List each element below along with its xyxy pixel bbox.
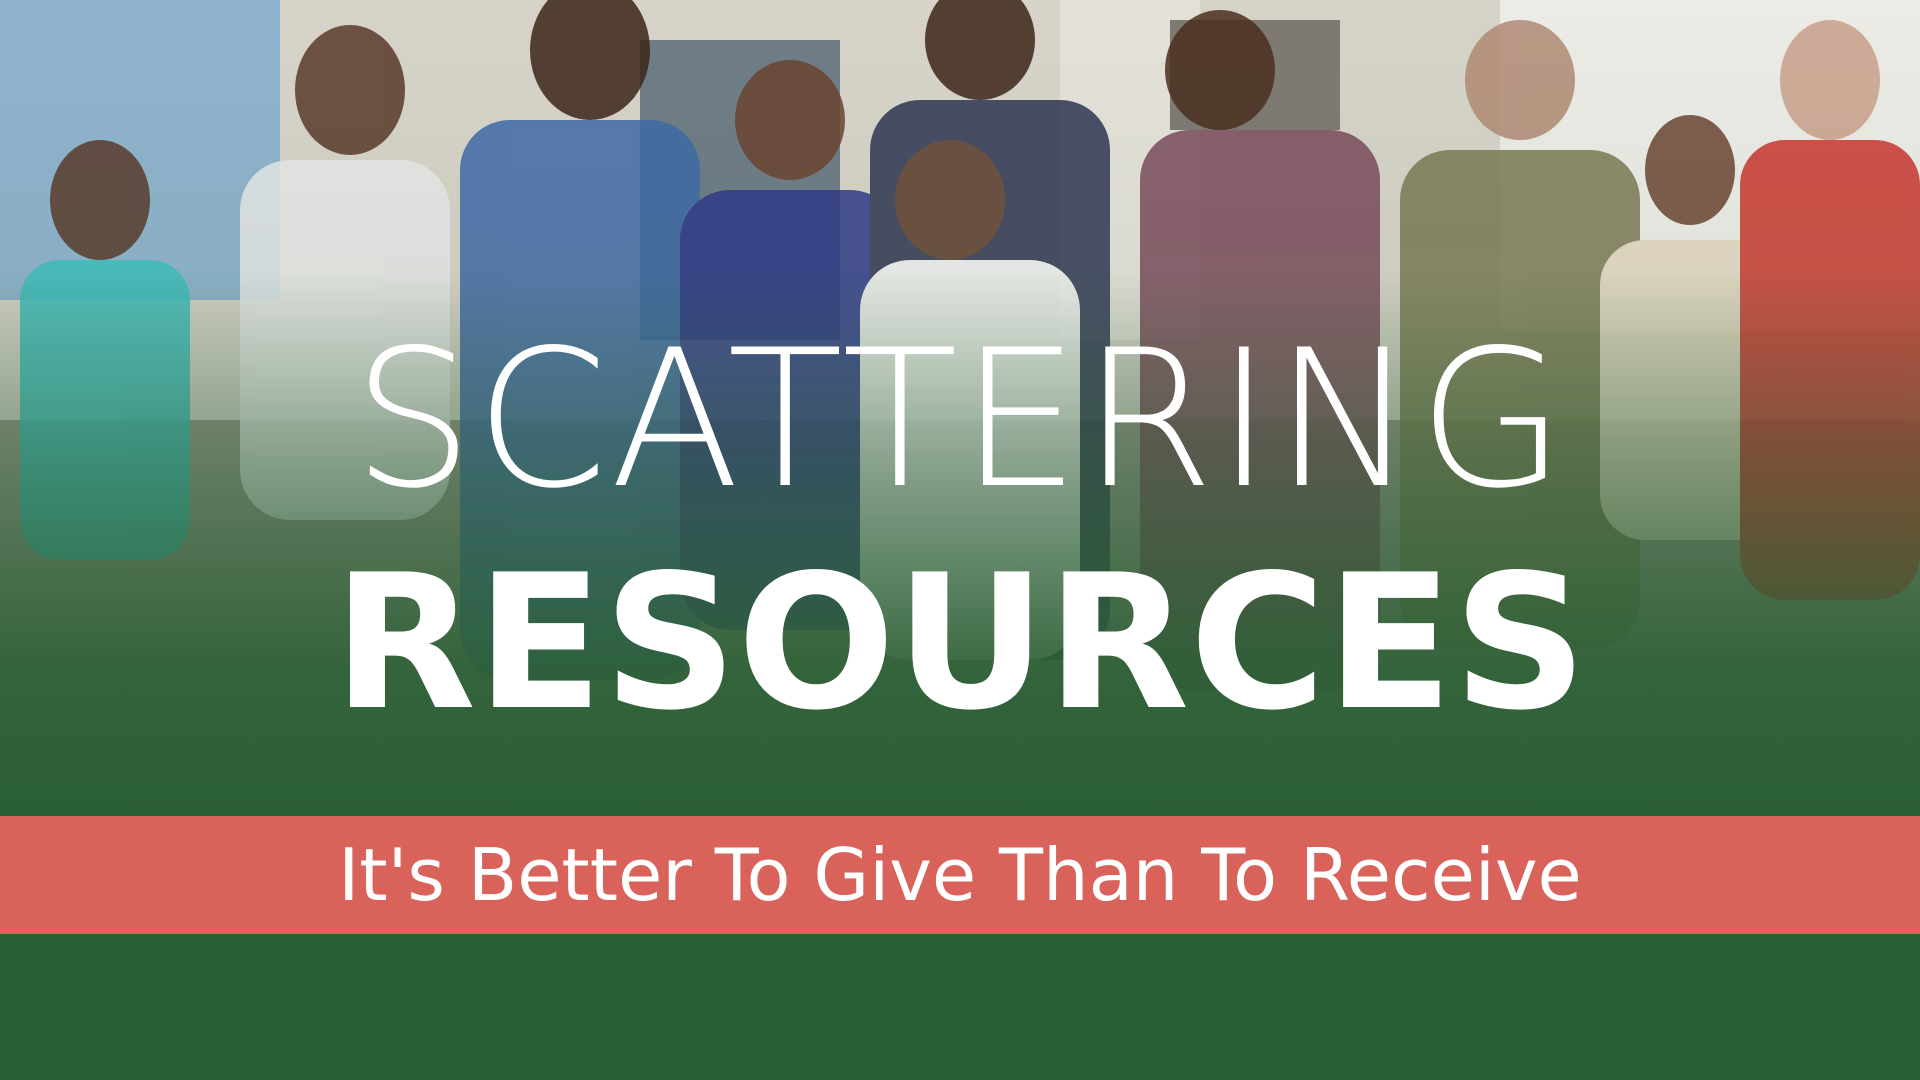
title-resources: RESOURCES bbox=[332, 534, 1588, 751]
banner: SCATTERING RESOURCES It's Better To Give… bbox=[0, 0, 1920, 1080]
title-scattering: SCATTERING bbox=[352, 309, 1568, 530]
tagline-text: It's Better To Give Than To Receive bbox=[338, 833, 1582, 917]
